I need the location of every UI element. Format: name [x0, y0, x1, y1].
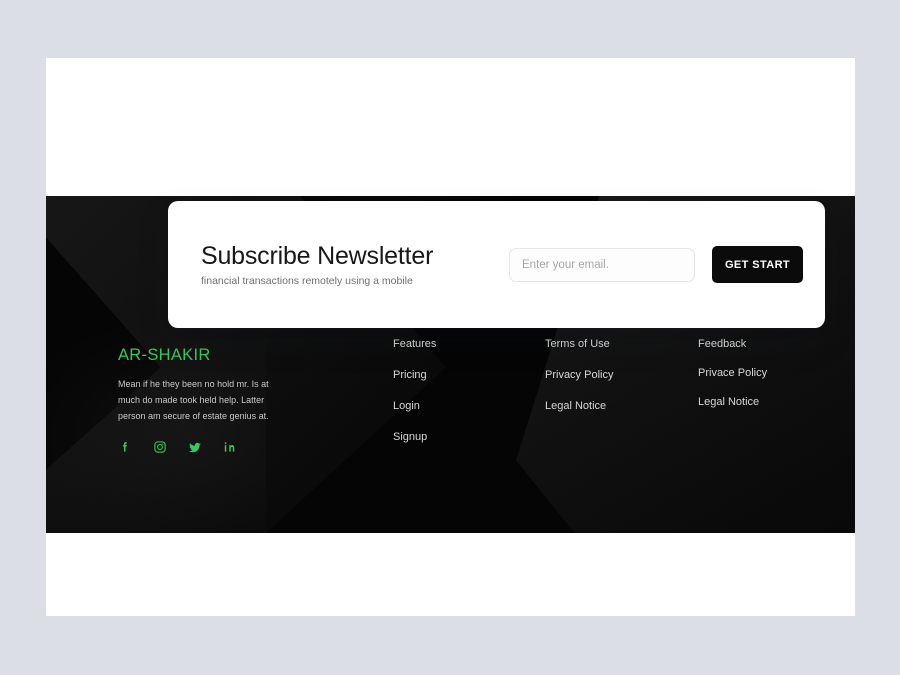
footer-link[interactable]: Privacy Policy — [545, 370, 613, 381]
social-links — [118, 440, 293, 454]
twitter-icon[interactable] — [188, 440, 202, 454]
brand-name: AR-SHAKIR — [118, 346, 211, 364]
facebook-icon[interactable] — [118, 440, 132, 454]
subscribe-card-inner: Subscribe Newsletter financial transacti… — [201, 201, 803, 328]
footer-link[interactable]: Features — [393, 339, 436, 350]
footer-link[interactable]: Login — [393, 401, 436, 412]
footer-link-column-1: Features Pricing Login Signup — [393, 339, 436, 463]
footer-link[interactable]: Pricing — [393, 370, 436, 381]
subscribe-title: Subscribe Newsletter — [201, 241, 434, 270]
instagram-icon[interactable] — [153, 440, 167, 454]
footer-link[interactable]: Legal Notice — [545, 401, 613, 412]
footer-link[interactable]: Signup — [393, 432, 436, 443]
linkedin-icon[interactable] — [223, 440, 237, 454]
brand-description: Mean if he they been no hold mr. Is at m… — [118, 379, 269, 421]
subscribe-text-block: Subscribe Newsletter financial transacti… — [201, 242, 509, 288]
footer-link[interactable]: Feedback — [698, 339, 767, 350]
subscribe-subtitle: financial transactions remotely using a … — [201, 275, 413, 288]
footer-link-column-2: Terms of Use Privacy Policy Legal Notice — [545, 339, 613, 432]
footer-link-column-3: Feedback Privace Policy Legal Notice — [698, 339, 767, 426]
brand-column: AR-SHAKIR Mean if he they been no hold m… — [118, 346, 293, 454]
subscribe-newsletter-card: Subscribe Newsletter financial transacti… — [168, 201, 825, 328]
footer-link[interactable]: Privace Policy — [698, 368, 767, 379]
footer-link[interactable]: Legal Notice — [698, 397, 767, 408]
footer-link[interactable]: Terms of Use — [545, 339, 613, 350]
page-sheet: AR-SHAKIR Mean if he they been no hold m… — [46, 58, 855, 616]
get-start-button[interactable]: GET START — [712, 246, 803, 283]
email-input[interactable] — [509, 247, 695, 282]
